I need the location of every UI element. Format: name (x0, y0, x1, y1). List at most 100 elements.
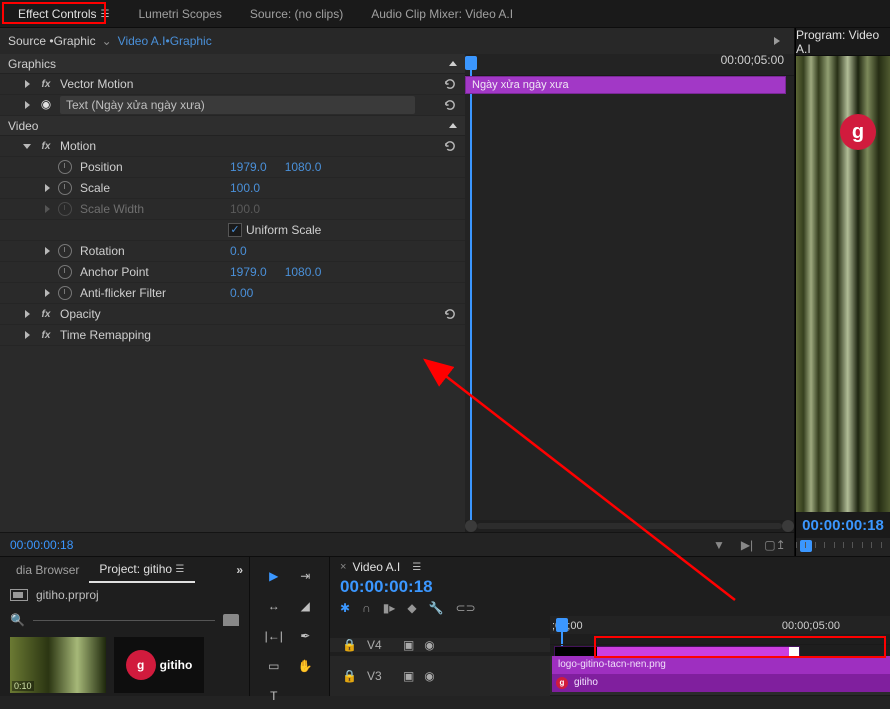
scale-value[interactable]: 100.0 (230, 181, 260, 195)
pen-tool-icon[interactable]: ✒ (292, 623, 320, 649)
sequence-tab[interactable]: Video A.I (352, 560, 400, 574)
track-header-v4[interactable]: 🔒 V4 ▣ ◉ (330, 638, 550, 652)
tab-lumetri-scopes[interactable]: Lumetri Scopes (124, 1, 235, 27)
track-header-v3[interactable]: 🔒 V3 ▣ ◉ (330, 656, 550, 696)
marker-icon[interactable]: ◆ (407, 601, 416, 615)
step-icon[interactable]: ▶| (738, 536, 756, 554)
row-text-layer[interactable]: ◉ Text (Ngày xửa ngày xưa) (0, 95, 465, 116)
project-item-logo[interactable]: g gitiho (114, 637, 204, 693)
reset-icon[interactable] (441, 137, 459, 155)
tab-media-browser[interactable]: dia Browser (6, 558, 89, 582)
clip-v3-body[interactable]: g gitiho (552, 674, 890, 692)
fx-icon[interactable]: fx (38, 328, 54, 342)
ec-playhead[interactable] (465, 56, 477, 70)
uniform-scale-checkbox[interactable] (228, 223, 242, 237)
section-video[interactable]: Video (0, 116, 465, 136)
search-input[interactable] (33, 620, 215, 621)
reset-icon[interactable] (441, 75, 459, 93)
twirl-icon[interactable] (22, 331, 32, 339)
rotation-value[interactable]: 0.0 (230, 244, 247, 258)
row-scale[interactable]: Scale 100.0 (0, 178, 465, 199)
row-time-remapping[interactable]: fx Time Remapping (0, 325, 465, 346)
program-header[interactable]: Program: Video A.I (796, 28, 890, 56)
twirl-icon[interactable] (22, 310, 32, 318)
track-eye-icon[interactable]: ◉ (424, 638, 434, 652)
scroll-left-cap[interactable] (465, 520, 477, 532)
track-lane-v4[interactable] (550, 644, 890, 645)
breadcrumb-clip-link[interactable]: Graphic (170, 34, 212, 48)
toggle-timeline-icon[interactable] (774, 37, 780, 45)
filter-icon[interactable]: ▼ (710, 536, 728, 554)
row-uniform-scale[interactable]: Uniform Scale (0, 220, 465, 241)
new-bin-icon[interactable] (223, 614, 239, 626)
hamburger-icon[interactable] (100, 7, 110, 21)
track-output-icon[interactable]: ▣ (403, 638, 414, 652)
selection-tool-icon[interactable]: ▶ (260, 563, 288, 589)
clip-v3[interactable]: logo-gitino-tacn-nen.png (552, 656, 890, 674)
timeline-ruler[interactable]: ;00;00 00:00;05:00 (550, 616, 890, 634)
ec-hscroll[interactable] (465, 520, 794, 532)
ec-footer-timecode[interactable]: 00:00:00:18 (10, 538, 73, 552)
program-ruler[interactable] (796, 538, 890, 556)
reset-icon[interactable] (441, 96, 459, 114)
fx-icon[interactable]: fx (38, 307, 54, 321)
row-opacity[interactable]: fx Opacity (0, 304, 465, 325)
anchor-y-value[interactable]: 1080.0 (285, 265, 322, 279)
row-vector-motion[interactable]: fx Vector Motion (0, 74, 465, 95)
hamburger-icon[interactable] (412, 560, 422, 574)
scroll-right-cap[interactable] (782, 520, 794, 532)
type-tool-icon[interactable]: T (260, 683, 288, 709)
chevron-down-icon[interactable]: ⌄ (102, 34, 112, 48)
tab-effect-controls[interactable]: Effect Controls (4, 1, 124, 27)
close-tab-icon[interactable]: × (340, 561, 346, 573)
tab-source[interactable]: Source: (no clips) (236, 1, 357, 27)
hamburger-icon[interactable] (175, 562, 185, 576)
add-marker-icon[interactable]: ▮▸ (383, 601, 396, 615)
overflow-icon[interactable]: » (236, 563, 243, 577)
row-antiflicker[interactable]: Anti-flicker Filter 0.00 (0, 283, 465, 304)
lock-icon[interactable]: 🔒 (342, 669, 357, 683)
row-motion[interactable]: fx Motion (0, 136, 465, 157)
ec-mini-ruler[interactable]: 00:00;05:00 (465, 54, 794, 76)
eye-icon[interactable]: ◉ (38, 97, 54, 113)
program-timecode[interactable]: 00:00:00:18 (796, 512, 890, 538)
anchor-x-value[interactable]: 1979.0 (230, 265, 267, 279)
scroll-track[interactable] (477, 523, 782, 529)
razor-tool-icon[interactable]: |←| (260, 623, 288, 649)
settings-icon[interactable]: 🔧 (429, 601, 444, 615)
twirl-icon[interactable] (22, 101, 32, 109)
twirl-icon[interactable] (42, 247, 52, 255)
fx-icon[interactable]: fx (38, 77, 54, 91)
antiflicker-value[interactable]: 0.00 (230, 286, 253, 300)
export-icon[interactable]: ▢↥ (766, 536, 784, 554)
project-file-row[interactable]: gitiho.prproj (0, 583, 249, 607)
stopwatch-icon[interactable] (58, 244, 72, 258)
stopwatch-icon[interactable] (58, 181, 72, 195)
breadcrumb-seq-link[interactable]: Video A.I (118, 34, 166, 48)
twirl-icon[interactable] (42, 289, 52, 297)
collapse-icon[interactable] (449, 61, 457, 66)
track-eye-icon[interactable]: ◉ (424, 669, 434, 683)
linked-selection-icon[interactable]: ∩ (362, 601, 371, 615)
search-icon[interactable]: 🔍 (10, 613, 25, 627)
stopwatch-icon[interactable] (58, 160, 72, 174)
hand-tool-icon[interactable]: ✋ (292, 653, 320, 679)
section-graphics[interactable]: Graphics (0, 54, 465, 74)
snap-icon[interactable]: ✱ (340, 601, 350, 615)
stopwatch-icon[interactable] (58, 286, 72, 300)
row-rotation[interactable]: Rotation 0.0 (0, 241, 465, 262)
track-output-icon[interactable]: ▣ (403, 669, 414, 683)
timeline-playhead[interactable] (556, 618, 568, 632)
position-x-value[interactable]: 1979.0 (230, 160, 267, 174)
link-icon[interactable]: ⊂⊃ (456, 601, 476, 615)
tab-audio-clip-mixer[interactable]: Audio Clip Mixer: Video A.I (357, 1, 527, 27)
project-item-video[interactable]: 0:10 (10, 637, 106, 693)
twirl-icon[interactable] (22, 80, 32, 88)
position-y-value[interactable]: 1080.0 (285, 160, 322, 174)
track-select-tool-icon[interactable]: ⇥ (292, 563, 320, 589)
twirl-icon[interactable] (22, 144, 32, 149)
stopwatch-icon[interactable] (58, 265, 72, 279)
track-lane-v3[interactable]: logo-gitino-tacn-nen.png g gitiho (550, 656, 890, 696)
timeline-timecode[interactable]: 00:00:00:18 (340, 577, 433, 597)
twirl-icon[interactable] (42, 184, 52, 192)
